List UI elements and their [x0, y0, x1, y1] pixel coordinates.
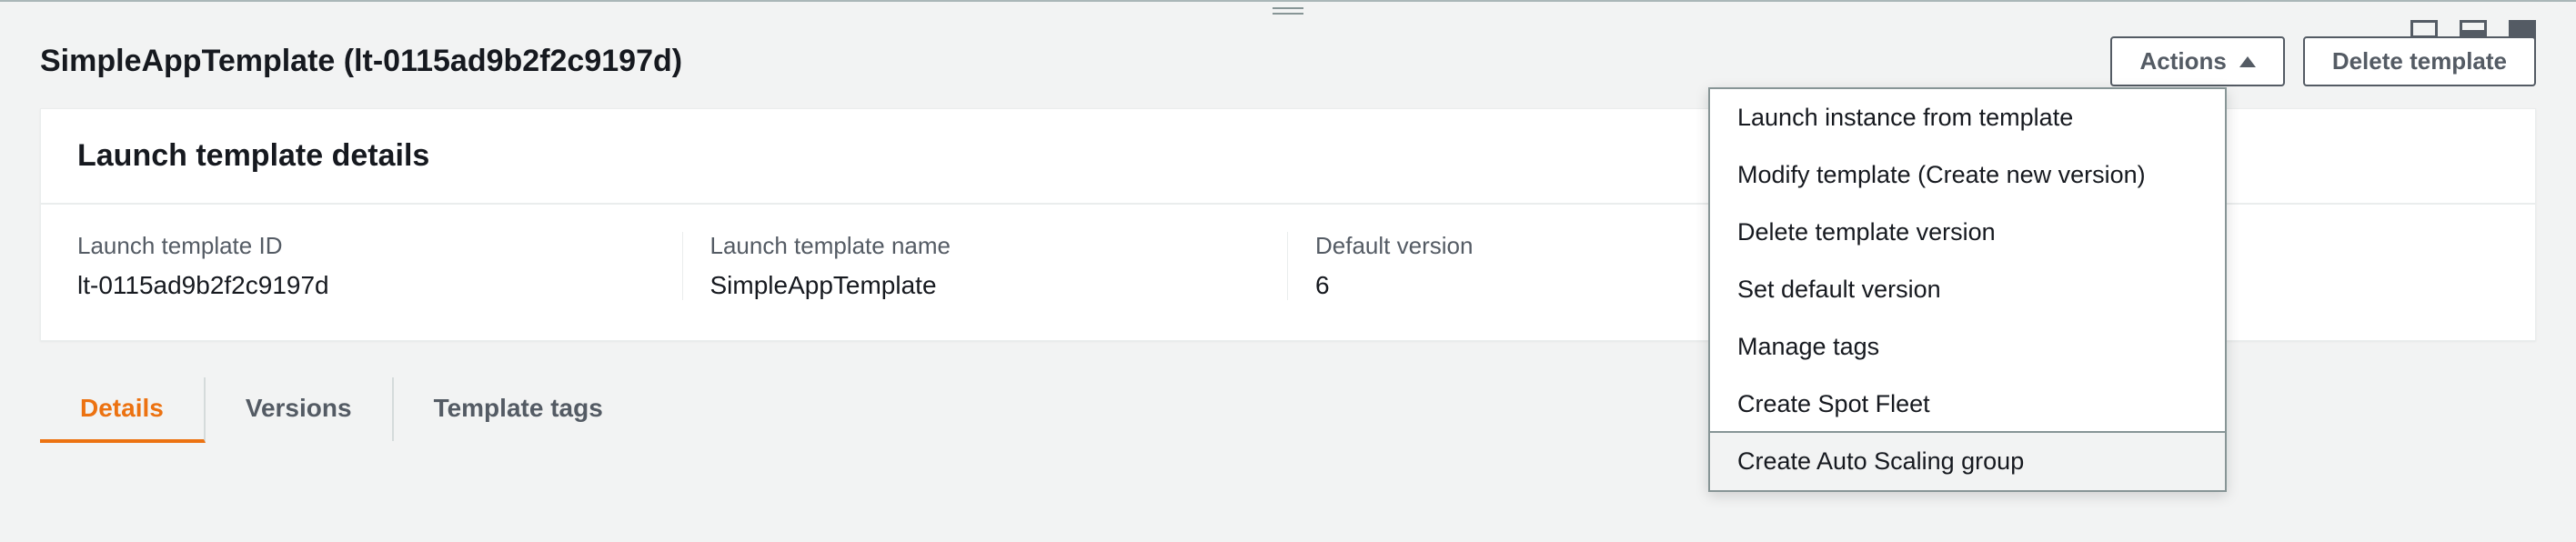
field-label: Launch template name	[710, 232, 1261, 260]
menu-modify-template[interactable]: Modify template (Create new version)	[1710, 146, 2225, 204]
tab-details[interactable]: Details	[40, 377, 206, 443]
menu-manage-tags[interactable]: Manage tags	[1710, 318, 2225, 376]
field-launch-template-id: Launch template ID lt-0115ad9b2f2c9197d	[77, 232, 683, 300]
caret-up-icon	[2239, 56, 2256, 67]
menu-launch-instance[interactable]: Launch instance from template	[1710, 89, 2225, 146]
header-buttons: Actions Delete template Launch instance …	[2110, 36, 2536, 86]
menu-set-default-version[interactable]: Set default version	[1710, 261, 2225, 318]
delete-template-label: Delete template	[2332, 47, 2507, 75]
menu-create-auto-scaling-group[interactable]: Create Auto Scaling group	[1708, 431, 2227, 492]
drag-lines-icon	[1273, 7, 1303, 15]
header-row: SimpleAppTemplate (lt-0115ad9b2f2c9197d)…	[0, 22, 2576, 108]
tab-template-tags[interactable]: Template tags	[394, 377, 643, 441]
field-value: lt-0115ad9b2f2c9197d	[77, 271, 655, 300]
actions-button-label: Actions	[2139, 47, 2226, 75]
actions-dropdown: Launch instance from template Modify tem…	[1708, 87, 2227, 492]
tab-versions[interactable]: Versions	[206, 377, 394, 441]
page-title: SimpleAppTemplate (lt-0115ad9b2f2c9197d)	[40, 44, 682, 79]
field-launch-template-name: Launch template name SimpleAppTemplate	[683, 232, 1289, 300]
delete-template-button[interactable]: Delete template	[2303, 36, 2536, 86]
field-value: SimpleAppTemplate	[710, 271, 1261, 300]
field-label: Launch template ID	[77, 232, 655, 260]
menu-delete-version[interactable]: Delete template version	[1710, 204, 2225, 261]
panel-drag-handle[interactable]	[0, 0, 2576, 22]
menu-create-spot-fleet[interactable]: Create Spot Fleet	[1710, 376, 2225, 433]
actions-button[interactable]: Actions	[2110, 36, 2284, 86]
